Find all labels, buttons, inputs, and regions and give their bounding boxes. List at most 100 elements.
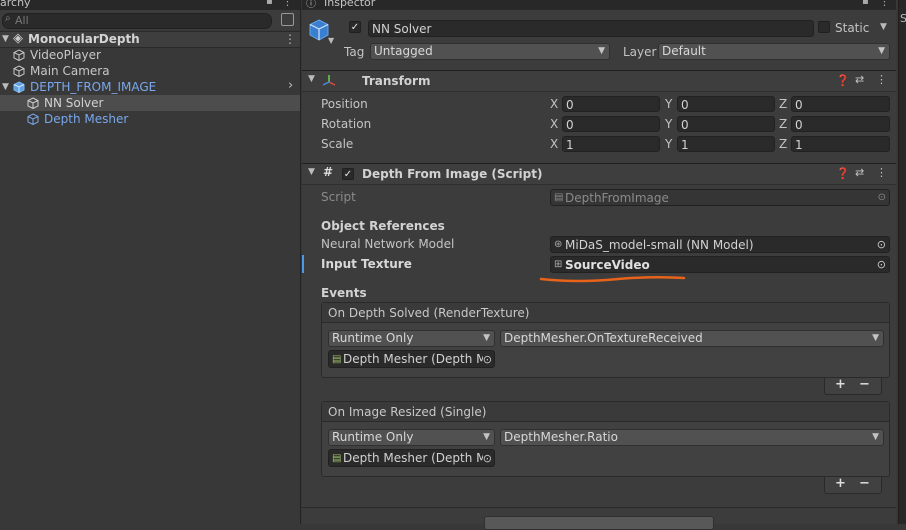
axis-x-label[interactable]: X [550, 137, 558, 151]
add-listener-button[interactable]: + [835, 377, 846, 392]
add-component-button[interactable] [484, 516, 714, 530]
kebab-menu-icon[interactable]: ⋮ [282, 0, 293, 8]
inspector-tab[interactable]: Inspector [324, 0, 375, 9]
hierarchy-item-videoplayer[interactable]: VideoPlayer [0, 47, 300, 63]
chevron-down-icon: ▼ [872, 333, 879, 343]
script-asset-icon: ▤ [332, 354, 342, 365]
icon-dropdown-arrow[interactable]: ▼ [328, 36, 334, 45]
object-header: ▼ ✓ NN Solver Static ▼ Tag Untagged ▼ Lay… [302, 10, 896, 71]
axis-x-label[interactable]: X [550, 97, 558, 111]
chevron-down-icon: ▼ [872, 432, 879, 442]
object-picker-icon[interactable]: ⊙ [482, 450, 492, 466]
position-x-field[interactable]: 0 [562, 96, 660, 112]
right-panel-tab[interactable]: S [900, 12, 906, 25]
component-divider [302, 507, 896, 508]
object-references-heading: Object References [321, 219, 445, 233]
hierarchy-item-nn-solver[interactable]: NN Solver [0, 95, 300, 111]
search-filter-icon[interactable] [281, 13, 294, 26]
transform-row-label: Position [321, 97, 368, 111]
object-name-field[interactable]: NN Solver [368, 20, 814, 37]
hierarchy-tab[interactable]: archy [0, 0, 31, 9]
scale-x-field[interactable]: 1 [562, 136, 660, 152]
chevron-right-icon[interactable]: › [288, 78, 293, 94]
static-label: Static [835, 21, 870, 35]
right-panel-edge: S [898, 0, 906, 524]
rotation-x-field[interactable]: 0 [562, 116, 660, 132]
script-asset-icon: ▤ [332, 453, 342, 464]
object-picker-icon: ⊙ [877, 192, 886, 203]
axis-z-label[interactable]: Z [779, 97, 787, 111]
event-target-field[interactable]: ▤ Depth Mesher (Depth M ⊙ [328, 350, 495, 368]
static-checkbox[interactable] [818, 21, 830, 33]
scene-row[interactable]: ▼ ◈ MonocularDepth ⋮ [0, 31, 300, 48]
transform-header[interactable]: ▼ Transform ❓ ⇄ ⋮ [302, 70, 896, 92]
active-checkbox[interactable]: ✓ [349, 21, 361, 33]
prefab-cube-icon [13, 81, 25, 93]
nn-model-value: MiDaS_model-small (NN Model) [565, 238, 754, 252]
on-image-resized-event: On Image Resized (Single) Runtime Only ▼ … [321, 401, 890, 477]
chevron-down-icon: ▼ [483, 432, 490, 442]
depth-from-image-header[interactable]: ▼ # ✓ Depth From Image (Script) ❓ ⇄ ⋮ [302, 163, 896, 185]
script-field: ▤ DepthFromImage ⊙ [550, 189, 890, 206]
help-icon[interactable]: ❓ [836, 74, 850, 87]
chevron-down-icon: ▼ [878, 46, 885, 56]
function-value: DepthMesher.Ratio [504, 430, 618, 444]
object-picker-icon[interactable]: ⊙ [877, 257, 886, 272]
hierarchy-item-depth-mesher[interactable]: Depth Mesher [0, 111, 300, 127]
lock-icon[interactable]: ▪ [266, 0, 273, 7]
script-value: DepthFromImage [565, 191, 669, 205]
on-depth-solved-event: On Depth Solved (RenderTexture) Runtime … [321, 302, 890, 378]
hierarchy-item-main-camera[interactable]: Main Camera [0, 63, 300, 79]
position-y-field[interactable]: 0 [677, 96, 775, 112]
runtime-mode-dropdown[interactable]: Runtime Only ▼ [328, 429, 495, 446]
axis-y-label[interactable]: Y [665, 117, 672, 131]
scale-y-field[interactable]: 1 [677, 136, 775, 152]
static-dropdown-arrow[interactable]: ▼ [880, 22, 887, 32]
axis-z-label[interactable]: Z [779, 117, 787, 131]
tag-dropdown[interactable]: Untagged ▼ [370, 43, 610, 60]
transform-row-label: Rotation [321, 117, 372, 131]
axis-x-label[interactable]: X [550, 117, 558, 131]
function-dropdown[interactable]: DepthMesher.OnTextureReceived ▼ [500, 330, 884, 347]
script-asset-icon: ▤ [554, 192, 564, 203]
gameobject-cube-icon [13, 65, 25, 77]
axis-z-label[interactable]: Z [779, 137, 787, 151]
component-menu-icon[interactable]: ⋮ [876, 73, 887, 86]
hierarchy-item-depth-from-image[interactable]: ▼ DEPTH_FROM_IMAGE › [0, 78, 300, 95]
rotation-z-field[interactable]: 0 [791, 116, 890, 132]
expand-arrow-icon[interactable]: ▼ [2, 79, 9, 95]
component-menu-icon[interactable]: ⋮ [876, 166, 887, 179]
position-z-field[interactable]: 0 [791, 96, 890, 112]
collapse-arrow-icon[interactable]: ▼ [308, 74, 315, 84]
layer-dropdown[interactable]: Default ▼ [658, 43, 890, 60]
collapse-arrow-icon[interactable]: ▼ [308, 167, 315, 177]
kebab-menu-icon[interactable]: ⋮ [879, 0, 890, 8]
component-enabled-checkbox[interactable]: ✓ [342, 168, 354, 180]
axis-y-label[interactable]: Y [665, 137, 672, 151]
function-dropdown[interactable]: DepthMesher.Ratio ▼ [500, 429, 884, 446]
nn-model-label: Neural Network Model [321, 237, 455, 251]
function-value: DepthMesher.OnTextureReceived [504, 331, 703, 345]
hierarchy-item-label: Main Camera [30, 64, 110, 78]
scale-z-field[interactable]: 1 [791, 136, 890, 152]
remove-listener-button[interactable]: − [859, 476, 870, 491]
help-icon[interactable]: ❓ [836, 167, 850, 180]
inspector-tab-icon: ⓘ [306, 0, 316, 10]
event-target-field[interactable]: ▤ Depth Mesher (Depth M ⊙ [328, 449, 495, 467]
rotation-y-field[interactable]: 0 [677, 116, 775, 132]
remove-listener-button[interactable]: − [859, 377, 870, 392]
object-picker-icon[interactable]: ⊙ [482, 351, 492, 367]
presets-icon[interactable]: ⇄ [855, 166, 864, 179]
runtime-mode-dropdown[interactable]: Runtime Only ▼ [328, 330, 495, 347]
collapse-arrow-icon[interactable]: ▼ [2, 31, 9, 47]
event-title: On Image Resized (Single) [328, 405, 487, 419]
object-picker-icon[interactable]: ⊙ [877, 237, 886, 252]
hierarchy-search-input[interactable]: ⌕ All [2, 13, 272, 29]
add-listener-button[interactable]: + [835, 476, 846, 491]
axis-y-label[interactable]: Y [665, 97, 672, 111]
script-file-icon: # [323, 165, 334, 179]
scene-menu-icon[interactable]: ⋮ [284, 31, 296, 47]
lock-icon[interactable]: ▪ [862, 0, 869, 7]
nn-model-field[interactable]: ⊛ MiDaS_model-small (NN Model) ⊙ [550, 236, 890, 253]
presets-icon[interactable]: ⇄ [855, 73, 864, 86]
